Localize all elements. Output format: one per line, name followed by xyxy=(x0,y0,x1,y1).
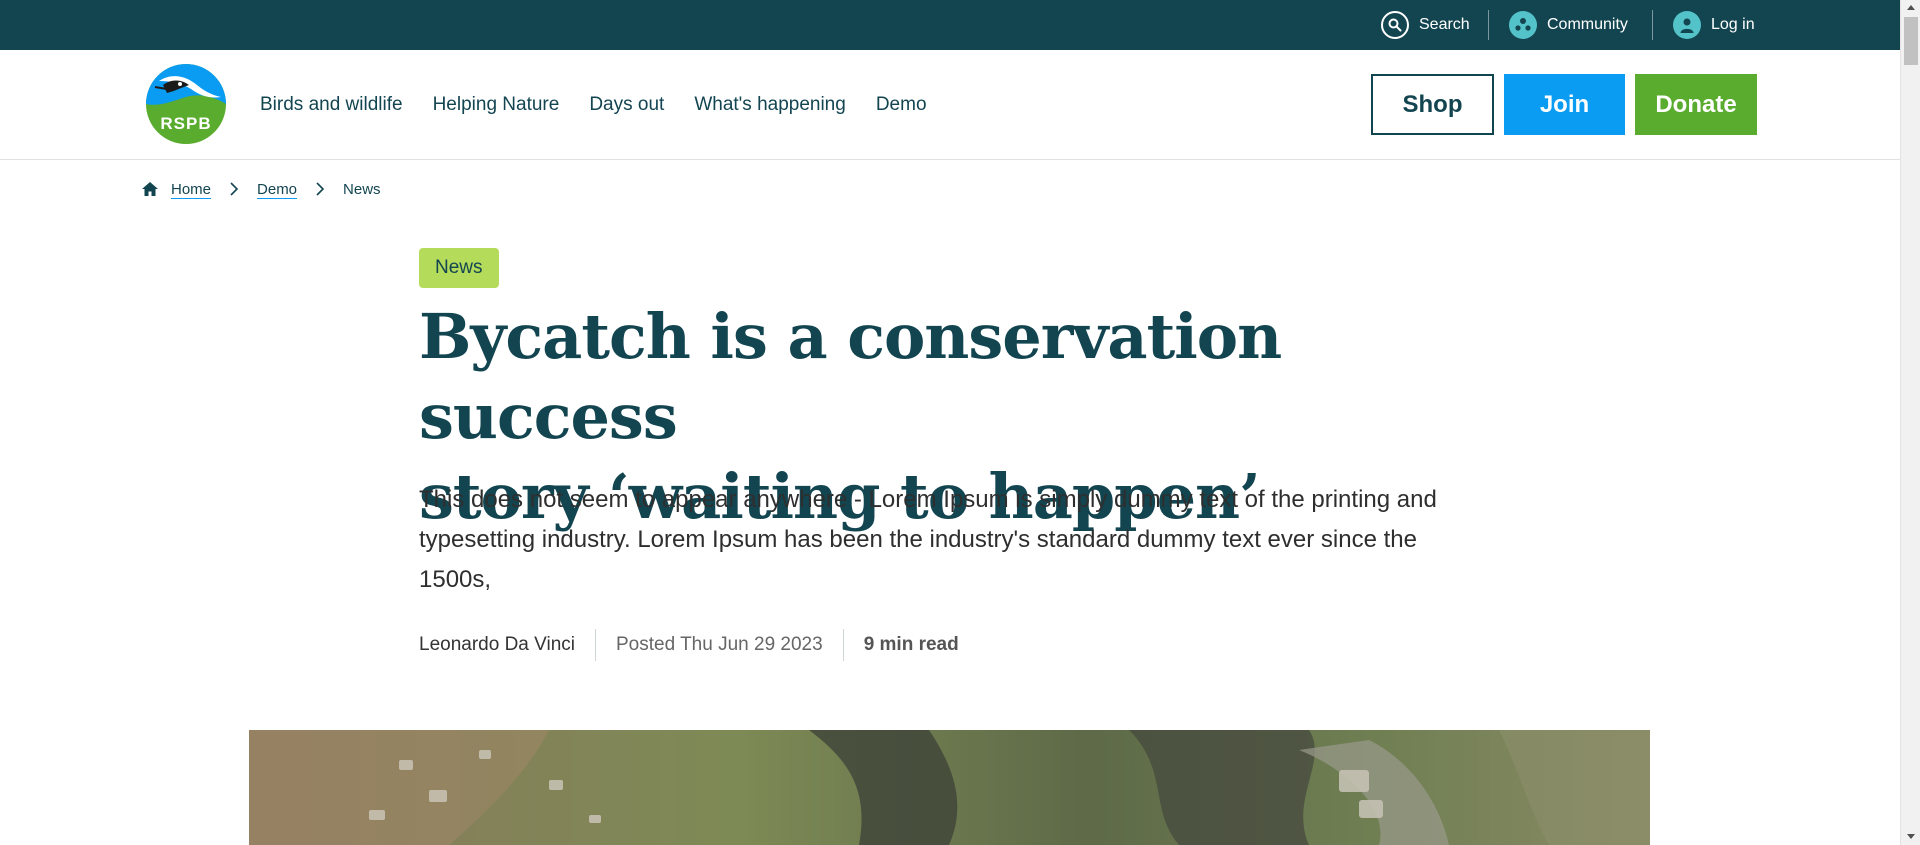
nav-demo[interactable]: Demo xyxy=(876,94,927,116)
nav-whats-happening[interactable]: What's happening xyxy=(694,94,846,116)
page-scrollbar[interactable] xyxy=(1900,0,1920,845)
logo-text: RSPB xyxy=(160,114,211,133)
nav-birds-and-wildlife[interactable]: Birds and wildlife xyxy=(260,94,403,116)
breadcrumb-home[interactable]: Home xyxy=(171,181,211,198)
meta-divider xyxy=(842,629,844,661)
breadcrumb-demo[interactable]: Demo xyxy=(257,181,297,198)
utility-divider xyxy=(1652,10,1653,40)
community-label: Community xyxy=(1547,16,1628,33)
user-icon xyxy=(1673,11,1701,39)
shop-button[interactable]: Shop xyxy=(1371,74,1494,135)
read-time: 9 min read xyxy=(863,634,959,655)
login-link[interactable]: Log in xyxy=(1673,0,1755,50)
login-label: Log in xyxy=(1711,16,1755,33)
chevron-right-icon xyxy=(230,182,239,196)
utility-divider xyxy=(1488,10,1489,40)
search-icon xyxy=(1381,11,1409,39)
main-nav: Birds and wildlife Helping Nature Days o… xyxy=(260,50,957,160)
title-line-1: Bycatch is a conservation success xyxy=(419,300,1282,453)
scroll-up-arrow-icon[interactable] xyxy=(1907,5,1915,10)
rspb-logo[interactable]: RSPB xyxy=(145,63,227,145)
breadcrumb-current: News xyxy=(343,180,381,198)
home-icon xyxy=(142,182,158,196)
utility-bar: Search Community Log in xyxy=(0,0,1900,50)
meta-divider xyxy=(594,629,596,661)
author-name: Leonardo Da Vinci xyxy=(419,634,575,655)
breadcrumb: Home Demo News xyxy=(141,178,381,200)
search-label: Search xyxy=(1419,16,1470,33)
scroll-thumb[interactable] xyxy=(1904,17,1918,65)
community-link[interactable]: Community xyxy=(1509,0,1628,50)
nav-helping-nature[interactable]: Helping Nature xyxy=(433,94,560,116)
community-icon xyxy=(1509,11,1537,39)
join-button[interactable]: Join xyxy=(1504,74,1625,135)
article-meta: Leonardo Da Vinci Posted Thu Jun 29 2023… xyxy=(419,629,959,661)
chevron-right-icon xyxy=(316,182,325,196)
search-link[interactable]: Search xyxy=(1381,0,1470,50)
donate-button[interactable]: Donate xyxy=(1635,74,1757,135)
posted-date: Posted Thu Jun 29 2023 xyxy=(615,634,823,655)
nav-days-out[interactable]: Days out xyxy=(589,94,664,116)
category-tag[interactable]: News xyxy=(419,248,499,288)
article-intro: This does not seem to appear anywhere - … xyxy=(419,486,1437,593)
main-header: RSPB Birds and wildlife Helping Nature D… xyxy=(0,50,1900,160)
hero-image xyxy=(249,730,1650,845)
scroll-down-arrow-icon[interactable] xyxy=(1907,834,1915,839)
